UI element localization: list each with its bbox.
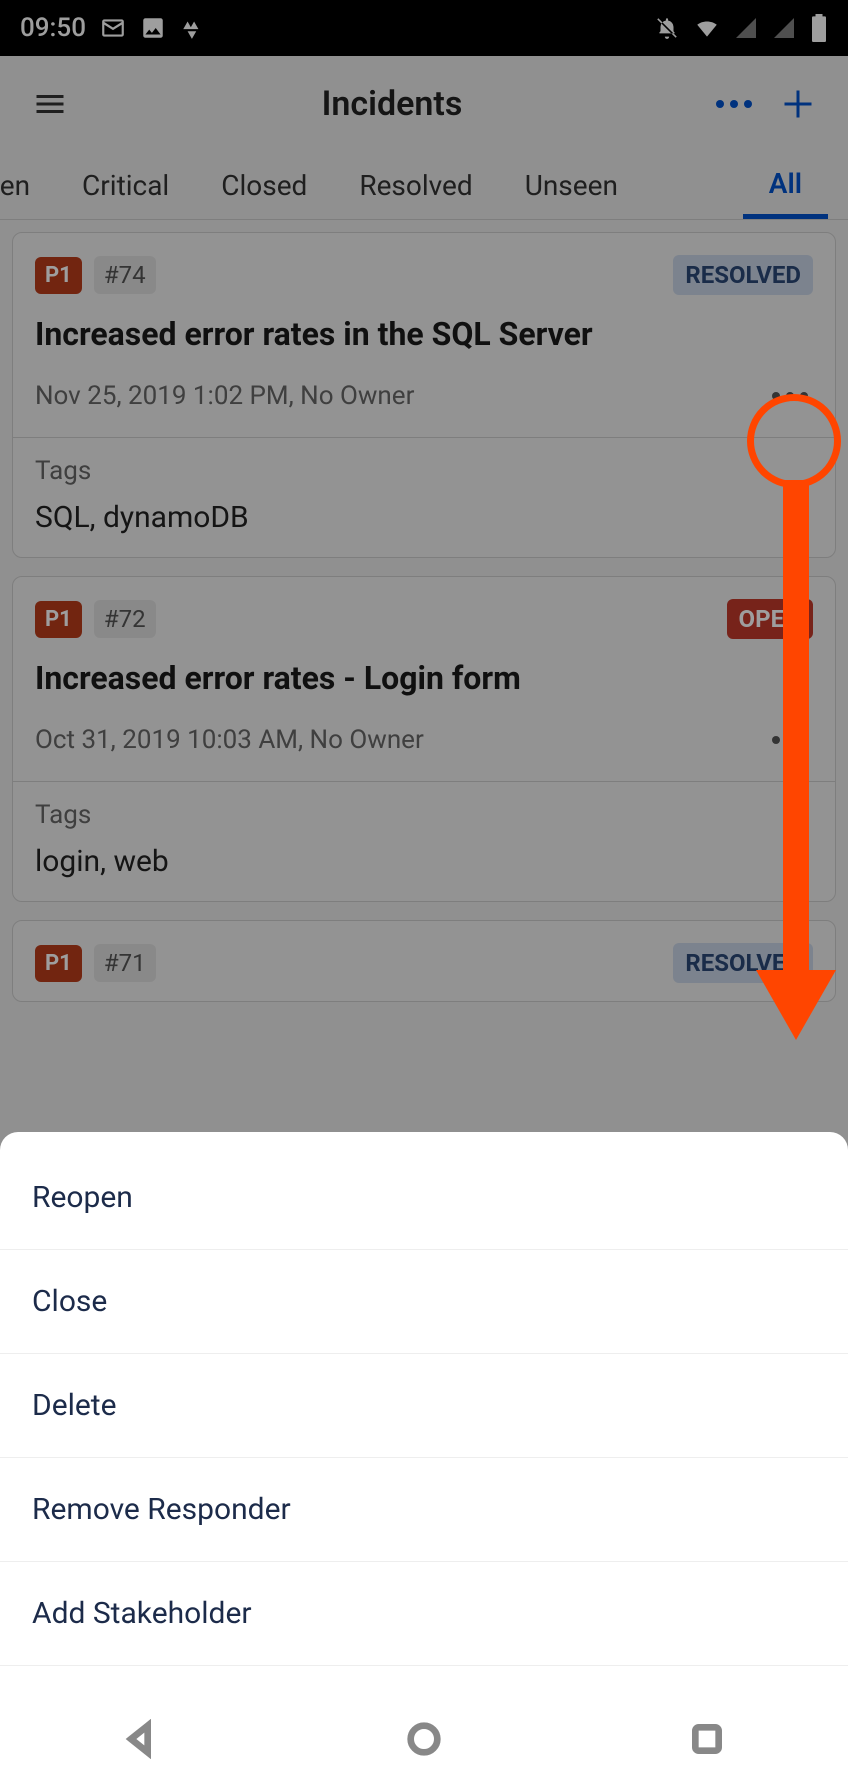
nav-recent[interactable] — [687, 1719, 727, 1763]
sheet-remove-responder[interactable]: Remove Responder — [0, 1458, 848, 1562]
annotation-arrow-head — [756, 970, 836, 1040]
annotation-arrow-shaft — [783, 480, 809, 980]
action-sheet: Reopen Close Delete Remove Responder Add… — [0, 1132, 848, 1786]
sheet-reopen[interactable]: Reopen — [0, 1146, 848, 1250]
sheet-delete[interactable]: Delete — [0, 1354, 848, 1458]
annotation-circle — [747, 394, 841, 488]
sheet-add-stakeholder[interactable]: Add Stakeholder — [0, 1562, 848, 1666]
nav-back[interactable] — [121, 1719, 161, 1763]
nav-home[interactable] — [404, 1719, 444, 1763]
sheet-close[interactable]: Close — [0, 1250, 848, 1354]
system-nav-bar — [0, 1696, 848, 1786]
